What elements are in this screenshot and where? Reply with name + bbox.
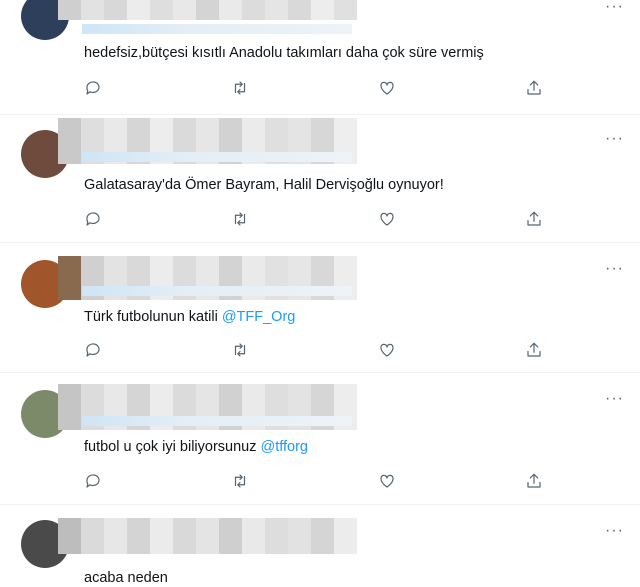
- blurred-handle: [82, 286, 352, 296]
- tweet-text-content: hedefsiz,bütçesi kısıtlı Anadolu takımla…: [84, 45, 484, 61]
- retweet-icon[interactable]: [231, 472, 251, 492]
- reply-icon[interactable]: [84, 341, 104, 361]
- mention-link[interactable]: @TFF_Org: [222, 309, 296, 325]
- more-options-button[interactable]: ···: [605, 0, 624, 15]
- more-options-button[interactable]: ···: [605, 391, 624, 407]
- retweet-icon[interactable]: [231, 79, 251, 99]
- mention-link[interactable]: @tfforg: [261, 439, 309, 455]
- tweet-text: hedefsiz,bütçesi kısıtlı Anadolu takımla…: [84, 44, 484, 62]
- like-icon[interactable]: [378, 472, 398, 492]
- tweet-text: Türk futbolunun katili @TFF_Org: [84, 308, 295, 326]
- tweet-text-content: acaba neden: [84, 570, 168, 586]
- blurred-handle: [82, 152, 352, 162]
- reply-icon[interactable]: [84, 210, 104, 230]
- share-icon[interactable]: [525, 472, 545, 492]
- more-options-button[interactable]: ···: [605, 131, 624, 147]
- tweet-actions: [84, 210, 554, 230]
- retweet-icon[interactable]: [231, 210, 251, 230]
- blurred-reply-to: [84, 548, 344, 560]
- like-icon[interactable]: [378, 341, 398, 361]
- tweet[interactable]: ··· Türk futbolunun katili @TFF_Org: [0, 242, 640, 373]
- tweet-text: acaba neden: [84, 569, 168, 587]
- tweet[interactable]: ··· Galatasaray'da Ömer Bayram, Halil De…: [0, 114, 640, 243]
- tweet-actions: [84, 472, 554, 492]
- tweet[interactable]: ··· hedefsiz,bütçesi kısıtlı Anadolu tak…: [0, 0, 640, 115]
- retweet-icon[interactable]: [231, 341, 251, 361]
- tweet-text-content: Türk futbolunun katili: [84, 309, 222, 325]
- tweet[interactable]: ··· acaba neden: [0, 504, 640, 587]
- like-icon[interactable]: [378, 210, 398, 230]
- tweet-text-content: Galatasaray'da Ömer Bayram, Halil Derviş…: [84, 177, 444, 193]
- tweet-actions: [84, 79, 554, 99]
- tweet-text-content: futbol u çok iyi biliyorsunuz: [84, 439, 261, 455]
- blurred-user-info: [58, 0, 357, 20]
- tweet-text: Galatasaray'da Ömer Bayram, Halil Derviş…: [84, 176, 444, 194]
- reply-icon[interactable]: [84, 79, 104, 99]
- share-icon[interactable]: [525, 341, 545, 361]
- blurred-handle: [82, 416, 352, 426]
- blurred-handle: [82, 24, 352, 34]
- more-options-button[interactable]: ···: [605, 523, 624, 539]
- like-icon[interactable]: [378, 79, 398, 99]
- tweet-text: futbol u çok iyi biliyorsunuz @tfforg: [84, 438, 308, 456]
- share-icon[interactable]: [525, 79, 545, 99]
- share-icon[interactable]: [525, 210, 545, 230]
- tweet[interactable]: ··· futbol u çok iyi biliyorsunuz @tffor…: [0, 372, 640, 505]
- more-options-button[interactable]: ···: [605, 261, 624, 277]
- tweet-actions: [84, 341, 554, 361]
- tweet-feed: ··· hedefsiz,bütçesi kısıtlı Anadolu tak…: [0, 0, 640, 587]
- reply-icon[interactable]: [84, 472, 104, 492]
